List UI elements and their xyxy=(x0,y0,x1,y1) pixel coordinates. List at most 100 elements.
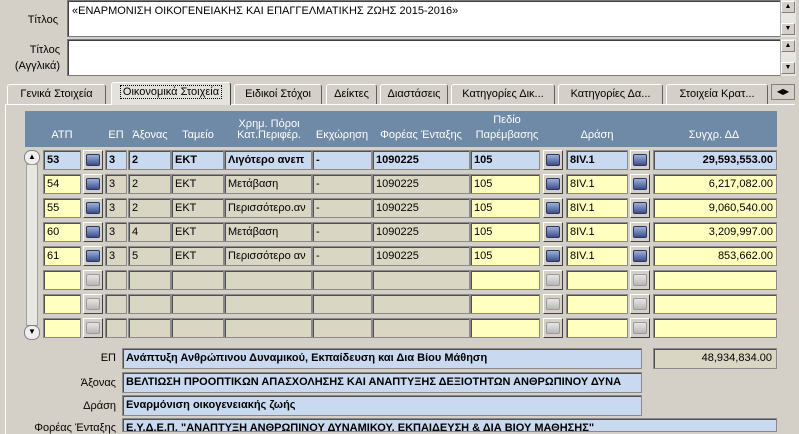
cell-pedio[interactable] xyxy=(470,270,540,290)
cell-ekxorisi[interactable]: - xyxy=(312,174,372,194)
pedio-lookup-button[interactable] xyxy=(543,222,563,242)
cell-drasi[interactable]: 8IV.1 xyxy=(566,198,628,218)
drasi-lookup-button[interactable] xyxy=(630,318,650,338)
cell-axonas[interactable]: 2 xyxy=(128,174,171,194)
cell-atp[interactable]: 54 xyxy=(43,174,81,194)
cell-foreas[interactable]: 1090225 xyxy=(372,150,470,170)
cell-ekxorisi[interactable]: - xyxy=(312,150,372,170)
atp-lookup-button[interactable] xyxy=(83,222,103,242)
atp-lookup-button[interactable] xyxy=(83,318,103,338)
cell-tameio[interactable]: ΕΚΤ xyxy=(171,174,224,194)
tab-stoixeia-krat[interactable]: Στοιχεία Κρατ... xyxy=(666,84,768,104)
cell-ep[interactable]: 3 xyxy=(105,174,127,194)
atp-lookup-button[interactable] xyxy=(83,294,103,314)
cell-atp[interactable]: 61 xyxy=(43,246,81,266)
cell-drasi[interactable] xyxy=(566,294,628,314)
cell-tameio[interactable] xyxy=(171,318,224,338)
cell-ekxorisi[interactable]: - xyxy=(312,222,372,242)
cell-atp[interactable]: 53 xyxy=(43,150,81,170)
pedio-lookup-button[interactable] xyxy=(543,270,563,290)
cell-drasi[interactable]: 8IV.1 xyxy=(566,222,628,242)
cell-sygxr[interactable] xyxy=(653,294,777,314)
cell-sygxr[interactable]: 6,217,082.00 xyxy=(653,174,777,194)
cell-foreas[interactable]: 1090225 xyxy=(372,198,470,218)
cell-sygxr[interactable] xyxy=(653,318,777,338)
cell-kat-perif[interactable] xyxy=(224,318,312,338)
title-en-field[interactable] xyxy=(67,39,781,76)
cell-ep[interactable]: 3 xyxy=(105,198,127,218)
cell-drasi[interactable]: 8IV.1 xyxy=(566,174,628,194)
atp-lookup-button[interactable] xyxy=(83,198,103,218)
tab-eidikoi-stoxoi[interactable]: Ειδικοί Στόχοι xyxy=(234,84,322,104)
scroll-down-icon[interactable]: ▼ xyxy=(24,325,40,340)
cell-kat-perif[interactable]: Περισσότερο αν xyxy=(224,246,312,266)
cell-axonas[interactable] xyxy=(128,270,171,290)
scroll-up-icon[interactable]: ▲ xyxy=(24,150,40,165)
cell-ekxorisi[interactable] xyxy=(312,318,372,338)
drasi-lookup-button[interactable] xyxy=(630,150,650,170)
drasi-lookup-button[interactable] xyxy=(630,198,650,218)
cell-ekxorisi[interactable]: - xyxy=(312,198,372,218)
cell-tameio[interactable]: ΕΚΤ xyxy=(171,198,224,218)
pedio-lookup-button[interactable] xyxy=(543,294,563,314)
cell-kat-perif[interactable]: Μετάβαση xyxy=(224,222,312,242)
drasi-lookup-button[interactable] xyxy=(630,294,650,314)
cell-atp[interactable] xyxy=(43,270,81,290)
arrow-right-icon[interactable]: ▶ xyxy=(783,87,789,96)
cell-ekxorisi[interactable] xyxy=(312,294,372,314)
tab-diastaseis[interactable]: Διαστάσεις xyxy=(380,84,448,104)
cell-sygxr[interactable]: 853,662.00 xyxy=(653,246,777,266)
cell-sygxr[interactable] xyxy=(653,270,777,290)
atp-lookup-button[interactable] xyxy=(83,270,103,290)
cell-ep[interactable] xyxy=(105,294,127,314)
cell-atp[interactable] xyxy=(43,294,81,314)
cell-kat-perif[interactable] xyxy=(224,294,312,314)
cell-pedio[interactable]: 105 xyxy=(470,222,540,242)
cell-sygxr[interactable]: 3,209,997.00 xyxy=(653,222,777,242)
atp-lookup-button[interactable] xyxy=(83,246,103,266)
cell-drasi[interactable] xyxy=(566,270,628,290)
cell-axonas[interactable]: 2 xyxy=(128,198,171,218)
drasi-lookup-button[interactable] xyxy=(630,174,650,194)
cell-tameio[interactable] xyxy=(171,294,224,314)
cell-kat-perif[interactable]: Περισσότερο.αν xyxy=(224,198,312,218)
cell-sygxr[interactable]: 9,060,540.00 xyxy=(653,198,777,218)
cell-atp[interactable]: 60 xyxy=(43,222,81,242)
cell-axonas[interactable] xyxy=(128,318,171,338)
cell-ekxorisi[interactable] xyxy=(312,270,372,290)
drasi-lookup-button[interactable] xyxy=(630,270,650,290)
cell-drasi[interactable]: 8IV.1 xyxy=(566,150,628,170)
cell-kat-perif[interactable]: Λιγότερο ανεπ xyxy=(224,150,312,170)
drasi-lookup-button[interactable] xyxy=(630,222,650,242)
grid-scrollbar[interactable]: ▲ ▼ xyxy=(24,150,40,340)
pedio-lookup-button[interactable] xyxy=(543,150,563,170)
cell-ep[interactable] xyxy=(105,318,127,338)
cell-foreas[interactable] xyxy=(372,294,470,314)
cell-pedio[interactable]: 105 xyxy=(470,174,540,194)
tab-deiktes[interactable]: Δείκτες xyxy=(326,84,377,104)
scroll-down-icon[interactable]: ▼ xyxy=(781,62,795,74)
cell-drasi[interactable] xyxy=(566,318,628,338)
title-scrollbar[interactable]: ▲ ▼ xyxy=(780,0,796,37)
scroll-track[interactable] xyxy=(26,164,38,326)
cell-foreas[interactable]: 1090225 xyxy=(372,222,470,242)
scroll-up-icon[interactable]: ▲ xyxy=(781,1,795,13)
pedio-lookup-button[interactable] xyxy=(543,174,563,194)
scroll-down-icon[interactable]: ▼ xyxy=(781,23,795,35)
cell-foreas[interactable] xyxy=(372,270,470,290)
cell-foreas[interactable] xyxy=(372,318,470,338)
cell-axonas[interactable]: 2 xyxy=(128,150,171,170)
pedio-lookup-button[interactable] xyxy=(543,318,563,338)
cell-ep[interactable]: 3 xyxy=(105,246,127,266)
cell-atp[interactable] xyxy=(43,318,81,338)
cell-ep[interactable]: 3 xyxy=(105,222,127,242)
cell-ep[interactable]: 3 xyxy=(105,150,127,170)
cell-tameio[interactable]: ΕΚΤ xyxy=(171,222,224,242)
cell-tameio[interactable]: ΕΚΤ xyxy=(171,150,224,170)
cell-atp[interactable]: 55 xyxy=(43,198,81,218)
drasi-lookup-button[interactable] xyxy=(630,246,650,266)
atp-lookup-button[interactable] xyxy=(83,150,103,170)
title-en-scrollbar[interactable]: ▲ ▼ xyxy=(780,39,796,76)
cell-tameio[interactable] xyxy=(171,270,224,290)
cell-kat-perif[interactable]: Μετάβαση xyxy=(224,174,312,194)
